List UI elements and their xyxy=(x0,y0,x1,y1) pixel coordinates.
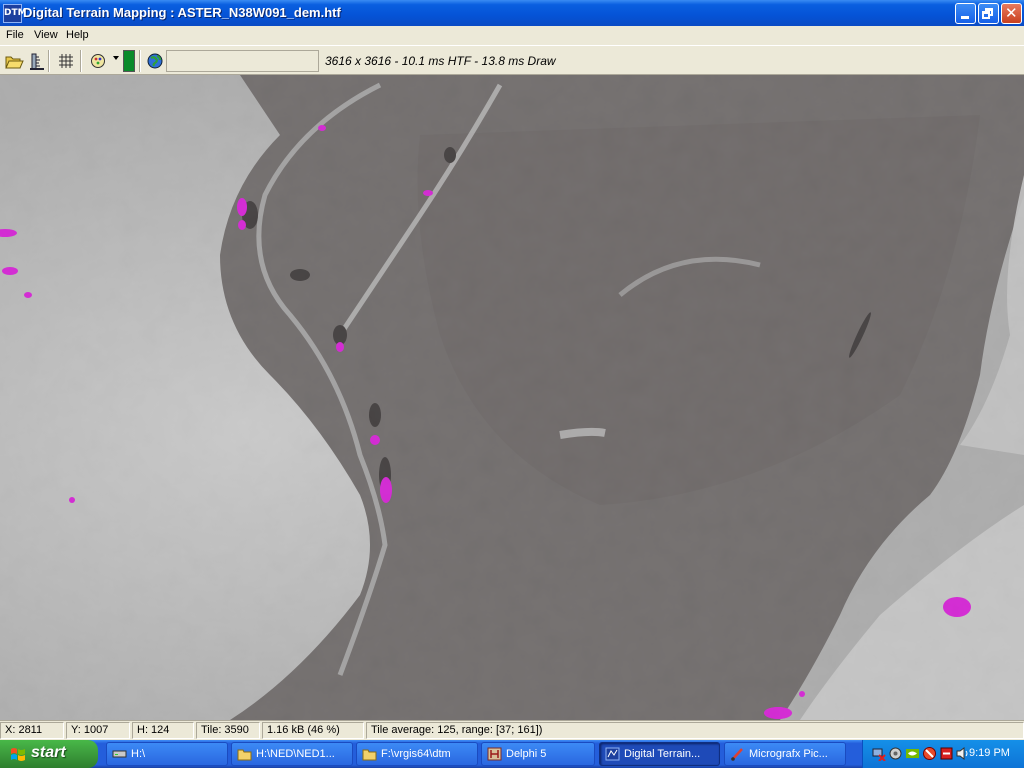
status-tile: Tile: 3590 xyxy=(196,722,260,739)
app-icon[interactable]: DTM xyxy=(3,4,27,23)
task-label: H:\NED\NED1... xyxy=(256,748,335,760)
drive-icon xyxy=(112,750,127,758)
taskbar-item-ned-folder[interactable]: H:\NED\NED1... xyxy=(231,742,353,766)
toolbar-input-field[interactable] xyxy=(166,50,319,72)
nvidia-icon[interactable] xyxy=(905,746,920,761)
task-label: H:\ xyxy=(131,748,146,760)
status-bar: X: 2811 Y: 1007 H: 124 Tile: 3590 1.16 k… xyxy=(0,720,1024,740)
antivirus-icon[interactable] xyxy=(922,746,937,761)
brush-icon xyxy=(731,748,743,761)
toolbar: 3616 x 3616 - 10.1 ms HTF - 13.8 ms Draw xyxy=(0,45,1024,75)
status-x: X: 2811 xyxy=(0,722,64,739)
close-icon: ✕ xyxy=(1005,4,1018,22)
menu-help[interactable]: Help xyxy=(66,29,89,41)
menu-view[interactable]: View xyxy=(34,29,58,41)
ruler-icon[interactable] xyxy=(26,50,48,72)
menu-bar: File View Help xyxy=(0,26,1024,45)
start-button[interactable]: start xyxy=(0,740,98,768)
terrain-map-view[interactable] xyxy=(0,75,1024,720)
folder-icon xyxy=(237,749,252,761)
dtm-icon xyxy=(605,747,620,761)
taskbar-item-dtm-folder[interactable]: F:\vrgis64\dtm xyxy=(356,742,478,766)
color-swatch[interactable] xyxy=(123,50,135,72)
menu-file[interactable]: File xyxy=(6,29,24,41)
title-bar[interactable]: DTM Digital Terrain Mapping : ASTER_N38W… xyxy=(0,0,1024,26)
palette-icon[interactable] xyxy=(87,50,109,72)
render-stats: 3616 x 3616 - 10.1 ms HTF - 13.8 ms Draw xyxy=(325,54,556,68)
delphi-icon xyxy=(487,747,502,761)
palette-dropdown-icon[interactable] xyxy=(113,56,119,60)
taskbar-item-dtm[interactable]: Digital Terrain... xyxy=(599,742,720,766)
folder-icon xyxy=(362,749,377,761)
clock[interactable]: 9:19 PM xyxy=(969,747,1010,759)
toolbar-separator xyxy=(80,50,82,72)
restore-icon-back xyxy=(982,11,990,19)
status-tile-average: Tile average: 125, range: [37; 161]) xyxy=(366,722,1024,739)
taskbar-item-micrografx[interactable]: Micrografx Pic... xyxy=(724,742,846,766)
taskbar: start H:\ H:\NED\NED1... F:\vrgis64\dtm … xyxy=(0,740,1024,768)
terrain-map[interactable] xyxy=(0,75,1024,720)
restore-button[interactable] xyxy=(978,3,999,24)
minimize-button[interactable] xyxy=(955,3,976,24)
toolbar-separator xyxy=(48,50,50,72)
close-button[interactable]: ✕ xyxy=(1001,3,1022,24)
status-height: H: 124 xyxy=(132,722,194,739)
open-folder-icon[interactable] xyxy=(3,50,25,72)
task-label: Digital Terrain... xyxy=(624,748,701,760)
taskbar-item-drive[interactable]: H:\ xyxy=(106,742,228,766)
volume-icon[interactable] xyxy=(955,746,970,761)
globe-icon[interactable] xyxy=(144,50,166,72)
windows-logo-icon xyxy=(11,748,25,761)
network-disconnected-icon[interactable] xyxy=(871,746,886,761)
task-label: F:\vrgis64\dtm xyxy=(381,748,451,760)
settings-tray-icon[interactable] xyxy=(888,746,903,761)
terrain-texture xyxy=(0,75,1024,720)
minimize-icon xyxy=(961,16,969,19)
start-label: start xyxy=(31,744,66,761)
grid-icon[interactable] xyxy=(55,50,77,72)
taskbar-item-delphi[interactable]: Delphi 5 xyxy=(481,742,595,766)
system-tray: 9:19 PM xyxy=(862,740,1024,768)
toolbar-separator xyxy=(139,50,141,72)
status-y: Y: 1007 xyxy=(66,722,130,739)
window-title: Digital Terrain Mapping : ASTER_N38W091_… xyxy=(23,5,341,20)
task-label: Delphi 5 xyxy=(506,748,547,760)
status-size: 1.16 kB (46 %) xyxy=(262,722,364,739)
task-label: Micrografx Pic... xyxy=(749,748,828,760)
security-icon[interactable] xyxy=(939,746,954,761)
